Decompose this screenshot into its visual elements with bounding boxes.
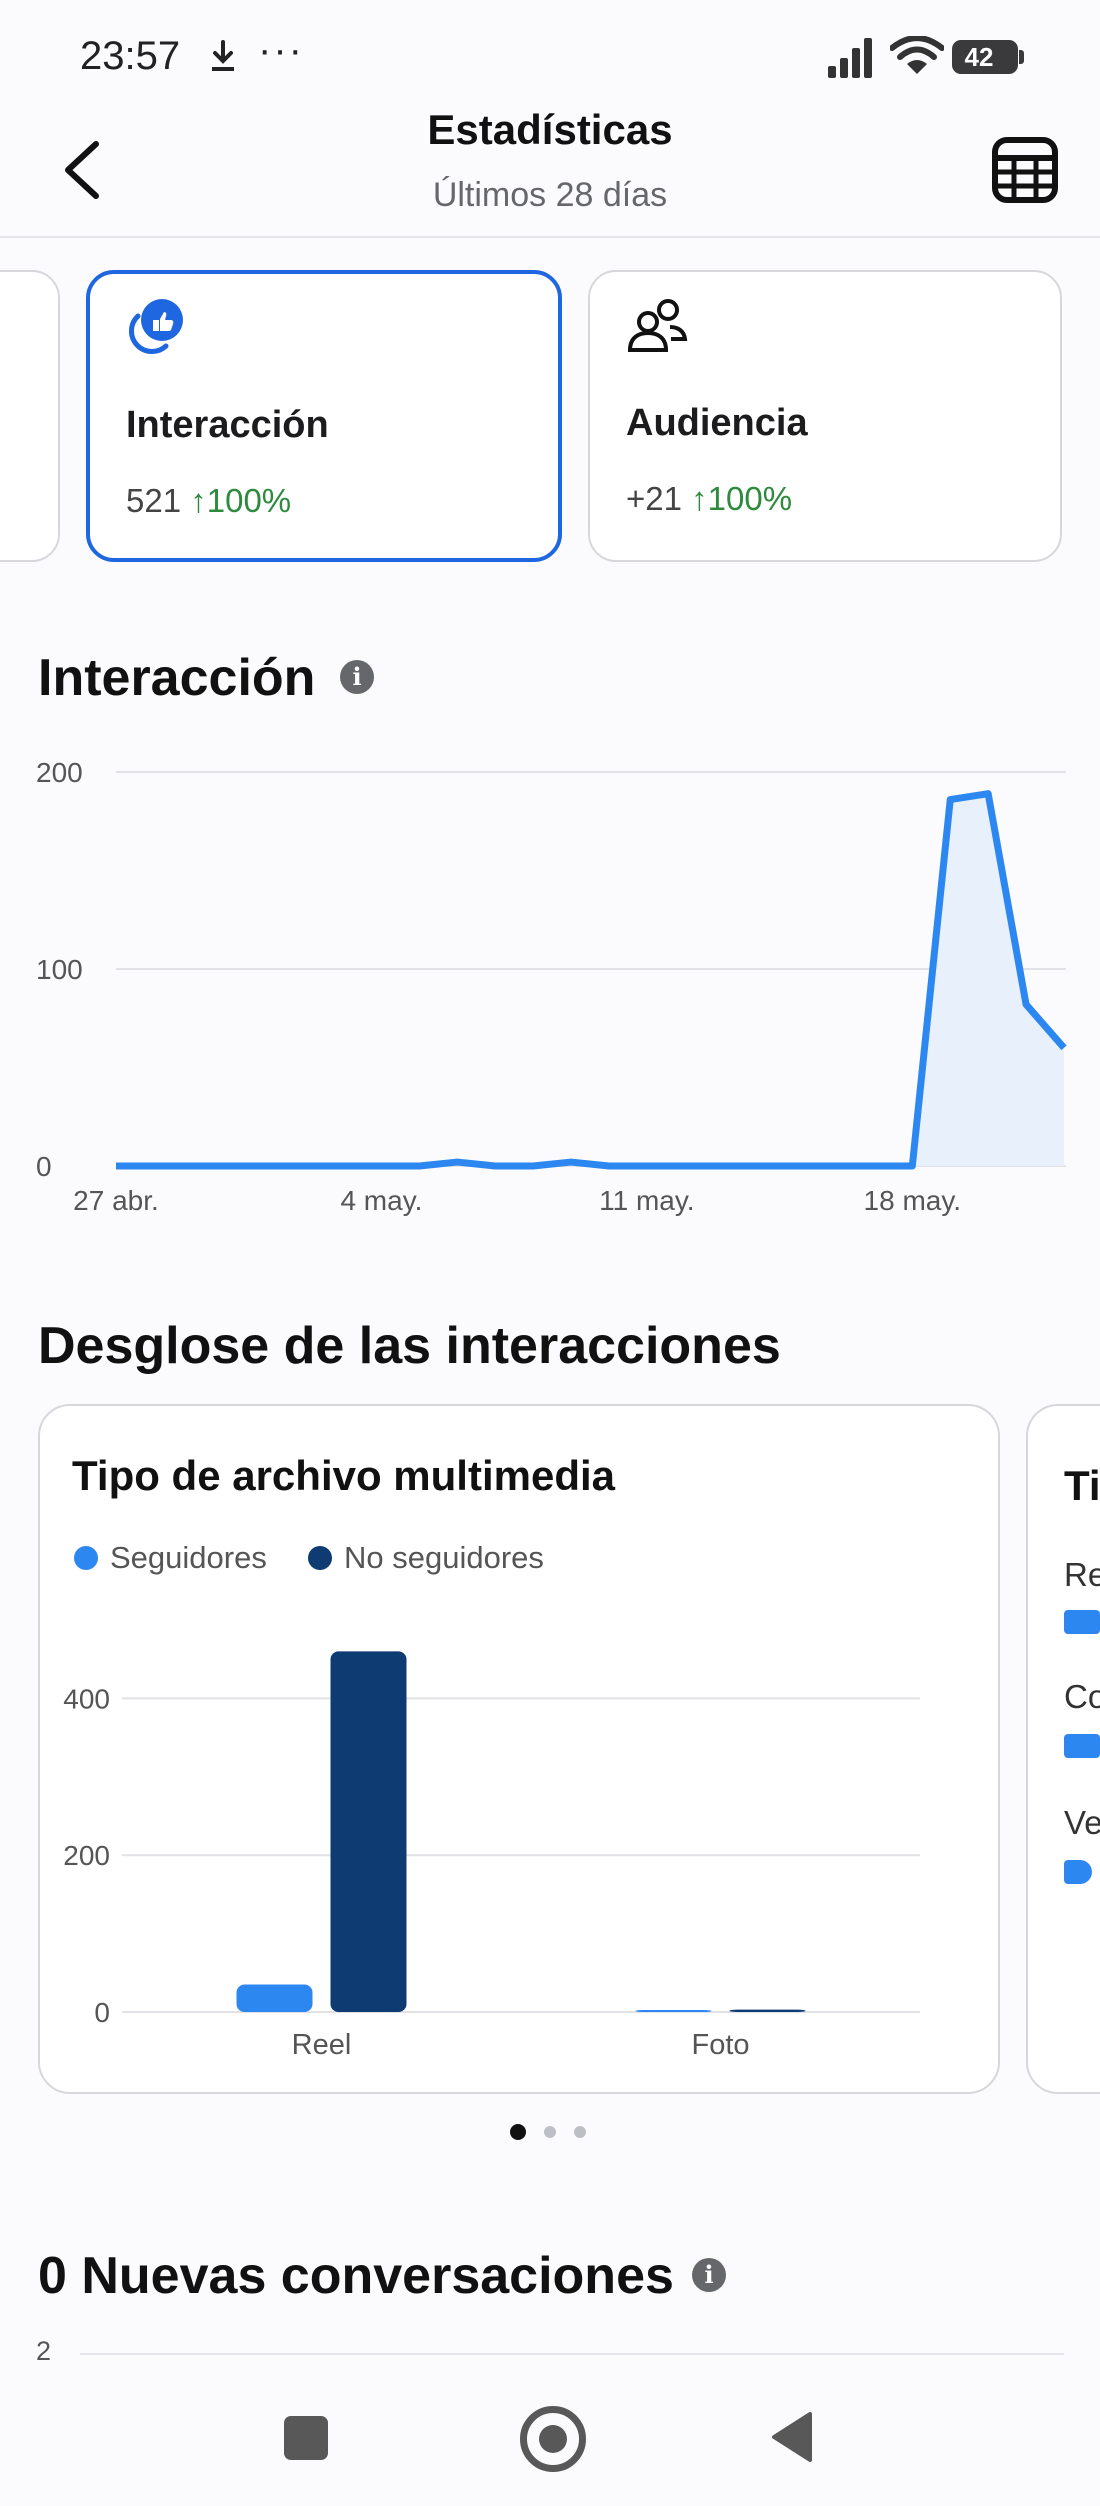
- interaction-section-title: Interacción: [38, 649, 316, 707]
- metric-value: +21: [626, 480, 682, 517]
- x-tick-label: Reel: [292, 2029, 352, 2060]
- metric-card-value: 521 ↑100%: [126, 482, 291, 520]
- signal-icon: [828, 38, 872, 78]
- metric-card-title: Interacción: [126, 404, 329, 446]
- next-card-row-label: Co: [1064, 1678, 1100, 1715]
- next-card-row-bar: [1064, 1610, 1100, 1634]
- home-button[interactable]: [520, 2406, 586, 2472]
- media-type-bar-chart: 0 200 400 Reel Foto: [63, 1651, 920, 2060]
- breakdown-card-title: Tipo de archivo multimedia: [72, 1452, 616, 1499]
- x-tick-label: 4 may.: [340, 1185, 422, 1216]
- calendar-button[interactable]: [990, 134, 1060, 206]
- next-card-row-label: Ve: [1064, 1804, 1100, 1841]
- bar-no-seguidores: [330, 1651, 407, 2012]
- download-icon: [212, 40, 234, 71]
- wifi-icon: [890, 36, 944, 74]
- metric-value: 521: [126, 482, 182, 519]
- metric-card-audience[interactable]: Audiencia +21 ↑100%: [588, 270, 1062, 562]
- battery-cap: [1019, 50, 1024, 64]
- status-time: 23:57: [80, 34, 181, 78]
- legend-dot-non-followers: [308, 1546, 332, 1570]
- battery-level: 42: [964, 42, 994, 72]
- page-title: Estadísticas: [427, 106, 673, 153]
- y-tick-label: 0: [94, 1997, 110, 2028]
- page-subtitle: Últimos 28 días: [432, 176, 668, 214]
- next-card-row-bar: [1064, 1860, 1092, 1884]
- conversations-section-title: 0 Nuevas conversaciones: [38, 2247, 674, 2305]
- breakdown-section-title: Desglose de las interacciones: [38, 1317, 781, 1375]
- next-card-title: Ti: [1064, 1462, 1100, 1509]
- next-card-row-label: Re: [1064, 1556, 1100, 1593]
- x-tick-label: Foto: [691, 2029, 749, 2060]
- conversations-y-tick: 2: [36, 2336, 52, 2366]
- legend-label-non-followers: No seguidores: [344, 1540, 544, 1575]
- legend-label-followers: Seguidores: [110, 1540, 267, 1575]
- metric-card-value: +21 ↑100%: [626, 480, 792, 518]
- people-icon: [627, 299, 688, 352]
- x-tick-label: 18 may.: [864, 1185, 962, 1216]
- interaction-line-chart: 0 100 200 27 abr. 4 may. 11 may. 18 may.: [36, 757, 1067, 1216]
- metric-card-interaction[interactable]: Interacción 521 ↑100%: [86, 270, 562, 562]
- info-icon[interactable]: i: [692, 2258, 726, 2292]
- bar-seguidores: [635, 2010, 712, 2012]
- metric-card-title: Audiencia: [626, 402, 808, 444]
- y-tick-label: 400: [63, 1683, 110, 1714]
- recent-apps-button[interactable]: [284, 2416, 328, 2460]
- info-icon[interactable]: i: [340, 660, 374, 694]
- pager-dot-active[interactable]: [510, 2124, 526, 2140]
- x-tick-label: 27 abr.: [73, 1185, 159, 1216]
- interaction-icon: [129, 299, 183, 354]
- conversations-gridline: [80, 2353, 1064, 2355]
- pager-dot[interactable]: [574, 2126, 586, 2138]
- bar-seguidores: [236, 1984, 313, 2012]
- metric-change: ↑100%: [691, 480, 793, 517]
- pager-dot[interactable]: [544, 2126, 556, 2138]
- more-notifications-icon: ···: [258, 28, 304, 72]
- y-tick-label: 0: [36, 1151, 52, 1182]
- bar-no-seguidores: [729, 2009, 806, 2012]
- legend-dot-followers: [74, 1546, 98, 1570]
- metric-change: ↑100%: [190, 482, 292, 519]
- header-divider: [0, 236, 1100, 238]
- y-tick-label: 200: [36, 757, 83, 788]
- x-tick-label: 11 may.: [599, 1185, 694, 1216]
- next-card-row-bar: [1064, 1734, 1100, 1758]
- area-fill: [116, 793, 1064, 1166]
- battery-icon: 42: [952, 40, 1018, 74]
- y-tick-label: 100: [36, 954, 83, 985]
- metric-card-previous[interactable]: [0, 270, 60, 562]
- system-back-button[interactable]: [768, 2410, 814, 2464]
- y-tick-label: 200: [63, 1840, 110, 1871]
